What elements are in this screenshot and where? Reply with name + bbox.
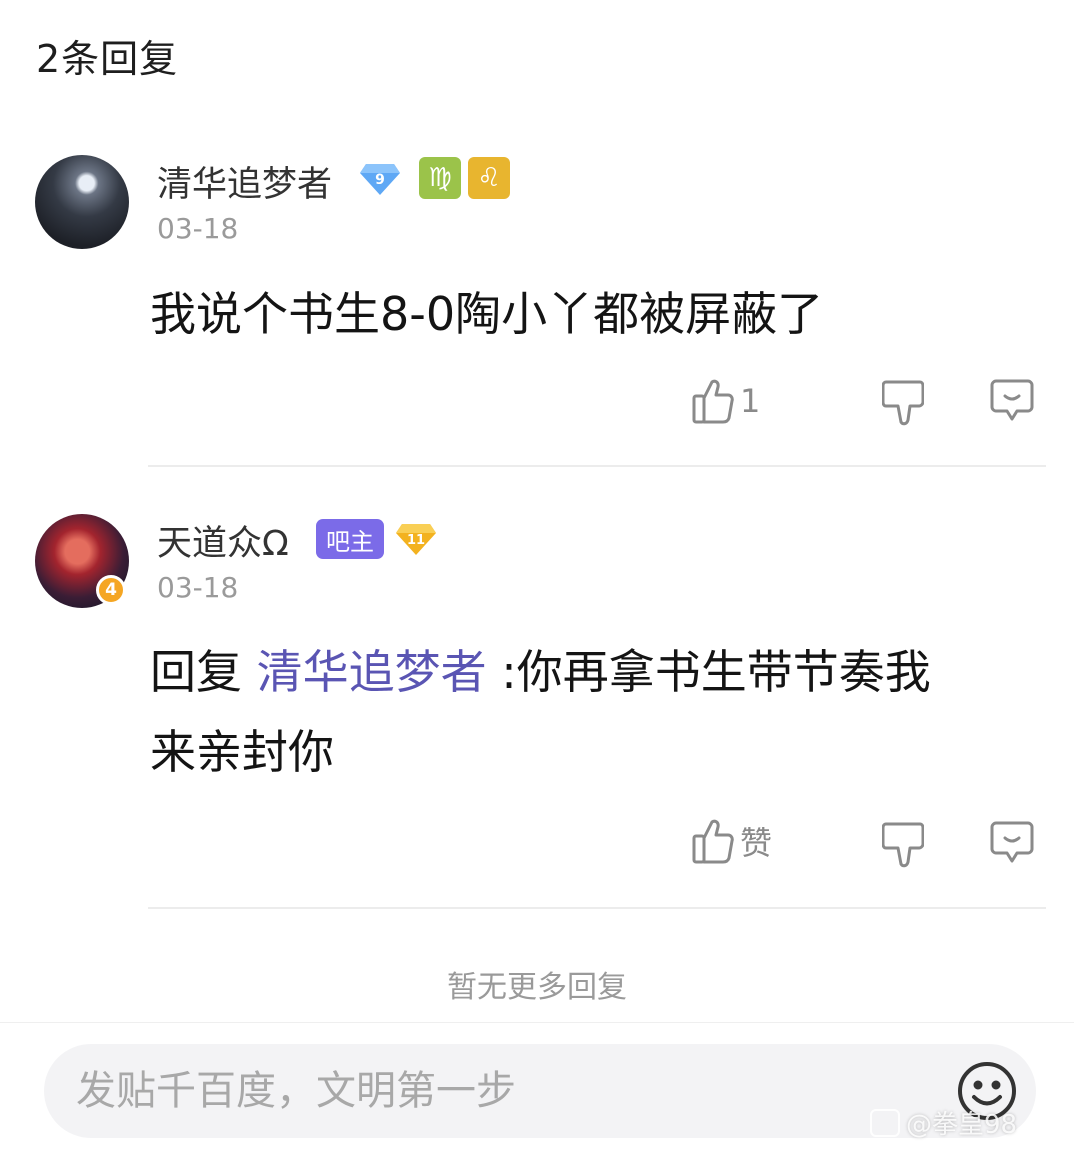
level-number: 9	[375, 172, 385, 188]
avatar[interactable]	[35, 155, 129, 249]
comment-bubble-icon	[990, 821, 1034, 863]
comment-bubble-icon	[990, 379, 1034, 421]
comment-time: 03-18	[157, 571, 239, 604]
zodiac-virgo-icon: ♍	[419, 157, 461, 199]
reply-button[interactable]	[990, 378, 1034, 422]
dislike-button[interactable]	[882, 822, 924, 868]
bazhu-badge: 吧主	[316, 519, 384, 559]
thumbs-down-icon	[882, 380, 924, 426]
comment-content: 我说个书生8-0陶小丫都被屏蔽了	[150, 287, 824, 341]
reply-text-line2: 来亲封你	[150, 725, 334, 779]
mention-link[interactable]: 清华追梦者	[257, 645, 487, 699]
reply-prefix: 回复	[150, 645, 242, 699]
level-badge: 9	[360, 162, 400, 196]
no-more-replies: 暂无更多回复	[447, 970, 627, 1005]
divider	[148, 465, 1046, 467]
watermark-text: @拳皇98	[906, 1110, 1018, 1140]
thumbs-up-icon	[692, 379, 734, 424]
thumbs-down-icon	[882, 822, 924, 868]
avatar-level-badge: 4	[96, 575, 126, 605]
comment-content: 回复 清华追梦者 :你再拿书生带节奏我 来亲封你	[150, 632, 1050, 792]
username[interactable]: 清华追梦者	[157, 156, 332, 207]
watermark: @拳皇98	[870, 1104, 1017, 1141]
watermark-logo-icon	[870, 1108, 900, 1137]
reply-button[interactable]	[990, 820, 1034, 864]
reply-input[interactable]	[76, 1044, 936, 1138]
zodiac-leo-icon: ♌	[468, 157, 510, 199]
dislike-button[interactable]	[882, 380, 924, 426]
reply-text-line1: :你再拿书生带节奏我	[501, 645, 931, 699]
like-button[interactable]: 1	[692, 378, 760, 424]
level-badge: 11	[396, 522, 436, 556]
like-count: 1	[740, 382, 761, 420]
level-number: 11	[407, 533, 425, 548]
like-label: 赞	[740, 824, 773, 862]
footer-divider	[0, 1022, 1074, 1023]
reply-count-title: 2条回复	[36, 37, 179, 81]
username[interactable]: 天道众Ω	[157, 515, 289, 566]
divider	[148, 907, 1046, 909]
comment-time: 03-18	[157, 212, 239, 245]
like-button[interactable]: 赞	[692, 818, 772, 864]
thumbs-up-icon	[692, 819, 734, 864]
